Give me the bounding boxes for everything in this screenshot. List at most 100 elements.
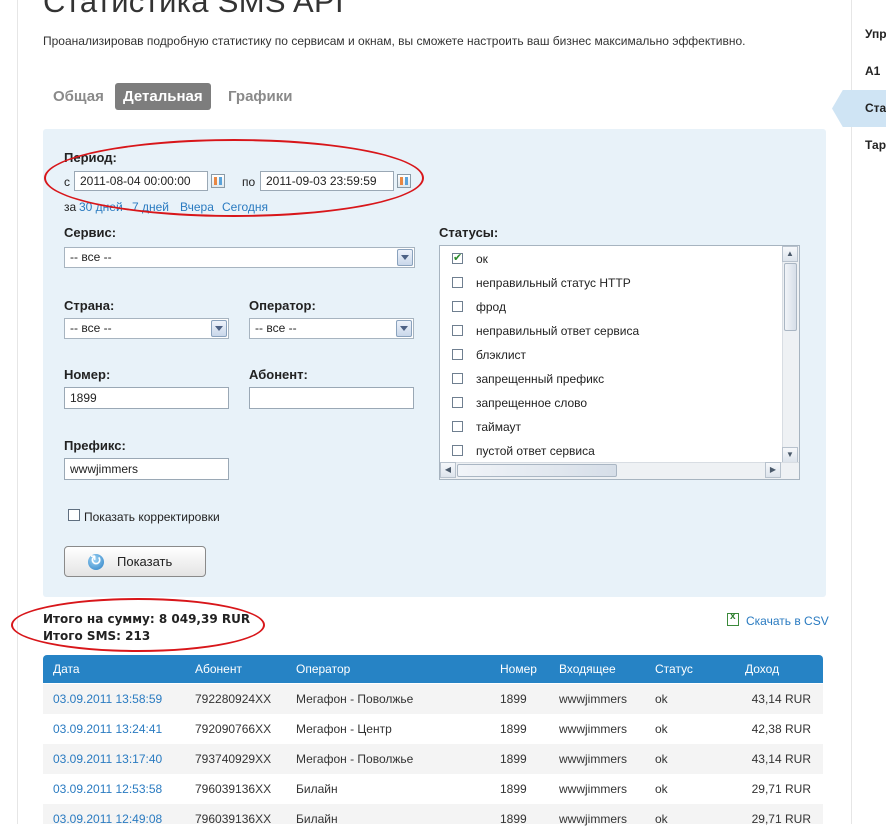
show-corrections-label: Показать корректировки: [84, 510, 220, 524]
prefix-input[interactable]: wwwjimmers: [64, 458, 229, 480]
tab-charts[interactable]: Графики: [228, 83, 293, 110]
scroll-left-icon[interactable]: ◀: [440, 462, 456, 478]
status-item-label: ок: [476, 252, 488, 266]
checkbox[interactable]: [452, 349, 463, 360]
row-subscriber: 796039136XX: [195, 782, 272, 796]
row-status: ok: [655, 692, 668, 706]
checkbox[interactable]: [452, 421, 463, 432]
country-select[interactable]: -- все --: [64, 318, 229, 339]
country-select-value: -- все --: [70, 321, 112, 335]
chevron-down-icon: [397, 249, 413, 266]
scroll-down-icon[interactable]: ▼: [782, 447, 798, 463]
tab-general[interactable]: Общая: [53, 83, 104, 110]
table-row: 03.09.2011 13:17:40 793740929XX Мегафон …: [43, 744, 823, 774]
row-incoming: wwwjimmers: [559, 722, 627, 736]
prefix-label: Префикс:: [64, 438, 126, 453]
show-button[interactable]: Показать: [64, 546, 206, 577]
row-number: 1899: [500, 722, 527, 736]
checkbox[interactable]: [452, 277, 463, 288]
row-status: ok: [655, 782, 668, 796]
column-header-number[interactable]: Номер: [500, 662, 537, 676]
row-number: 1899: [500, 752, 527, 766]
show-corrections-checkbox[interactable]: [68, 509, 80, 521]
row-subscriber: 793740929XX: [195, 752, 272, 766]
scroll-thumb[interactable]: [784, 263, 797, 331]
table-header: Дата Абонент Оператор Номер Входящее Ста…: [43, 655, 823, 683]
row-income: 42,38 RUR: [751, 722, 811, 736]
refresh-icon: [88, 552, 104, 570]
right-menu-item[interactable]: А1: [865, 64, 880, 78]
service-select[interactable]: -- все --: [64, 247, 415, 268]
table-row: 03.09.2011 13:58:59 792280924XX Мегафон …: [43, 684, 823, 714]
operator-select-value: -- все --: [255, 321, 297, 335]
column-header-income[interactable]: Доход: [745, 662, 779, 676]
horizontal-scrollbar[interactable]: ◀ ▶: [440, 462, 799, 479]
number-label: Номер:: [64, 367, 111, 382]
excel-icon: [727, 611, 739, 626]
row-subscriber: 792090766XX: [195, 722, 272, 736]
status-item-label: запрещенный префикс: [476, 372, 605, 386]
column-header-status[interactable]: Статус: [655, 662, 693, 676]
checkbox[interactable]: [452, 445, 463, 456]
row-operator: Билайн: [296, 782, 338, 796]
right-menu-item[interactable]: Упр: [865, 27, 886, 41]
page-subtitle: Проанализировав подробную статистику по …: [43, 34, 746, 48]
column-header-incoming[interactable]: Входящее: [559, 662, 616, 676]
row-date-link[interactable]: 03.09.2011 13:17:40: [53, 752, 162, 766]
statuses-list[interactable]: ок неправильный статус HTTP фрод неправи…: [439, 245, 800, 480]
status-item-label: неправильный ответ сервиса: [476, 324, 640, 338]
annotation-ellipse-totals: [11, 598, 265, 652]
table-row: 03.09.2011 12:49:08 796039136XX Билайн 1…: [43, 804, 823, 826]
row-operator: Мегафон - Центр: [296, 722, 392, 736]
row-status: ok: [655, 752, 668, 766]
checkbox-checked[interactable]: [452, 251, 463, 264]
scroll-up-icon[interactable]: ▲: [782, 246, 798, 262]
subscriber-label: Абонент:: [249, 367, 308, 382]
show-button-label: Показать: [117, 554, 173, 569]
subscriber-input[interactable]: [249, 387, 414, 409]
column-header-operator[interactable]: Оператор: [296, 662, 350, 676]
operator-select[interactable]: -- все --: [249, 318, 414, 339]
status-item-label: фрод: [476, 300, 506, 314]
tab-detailed[interactable]: Детальная: [115, 83, 211, 110]
column-header-subscriber[interactable]: Абонент: [195, 662, 242, 676]
row-incoming: wwwjimmers: [559, 752, 627, 766]
status-item-label: таймаут: [476, 420, 522, 434]
row-date-link[interactable]: 03.09.2011 13:24:41: [53, 722, 162, 736]
row-operator: Мегафон - Поволжье: [296, 752, 414, 766]
row-date-link[interactable]: 03.09.2011 13:58:59: [53, 692, 162, 706]
row-status: ok: [655, 722, 668, 736]
checkbox[interactable]: [452, 301, 463, 312]
scroll-thumb[interactable]: [457, 464, 617, 477]
row-income: 29,71 RUR: [751, 782, 811, 796]
left-border: [17, 0, 18, 824]
vertical-scrollbar[interactable]: ▲ ▼: [782, 246, 799, 463]
statuses-label: Статусы:: [439, 225, 499, 240]
right-menu-item[interactable]: Тар: [865, 138, 886, 152]
table-row: 03.09.2011 12:53:58 796039136XX Билайн 1…: [43, 774, 823, 804]
column-header-date[interactable]: Дата: [53, 662, 80, 676]
row-subscriber: 792280924XX: [195, 692, 272, 706]
scroll-right-icon[interactable]: ▶: [765, 462, 781, 478]
row-date-link[interactable]: 03.09.2011 12:53:58: [53, 782, 162, 796]
row-income: 43,14 RUR: [751, 752, 811, 766]
country-label: Страна:: [64, 298, 115, 313]
checkbox[interactable]: [452, 325, 463, 336]
chevron-down-icon: [396, 320, 412, 337]
row-number: 1899: [500, 782, 527, 796]
status-item-label: запрещенное слово: [476, 396, 588, 410]
annotation-ellipse-period: [44, 139, 424, 217]
chevron-down-icon: [211, 320, 227, 337]
row-income: 43,14 RUR: [751, 692, 811, 706]
row-incoming: wwwjimmers: [559, 692, 627, 706]
operator-label: Оператор:: [249, 298, 316, 313]
row-number: 1899: [500, 692, 527, 706]
row-operator: Мегафон - Поволжье: [296, 692, 414, 706]
right-menu-item-active[interactable]: Ста: [865, 101, 886, 115]
checkbox[interactable]: [452, 397, 463, 408]
row-incoming: wwwjimmers: [559, 782, 627, 796]
checkbox[interactable]: [452, 373, 463, 384]
csv-download-link[interactable]: Скачать в CSV: [746, 614, 829, 628]
number-input[interactable]: 1899: [64, 387, 229, 409]
status-item-label: неправильный статус HTTP: [476, 276, 631, 290]
